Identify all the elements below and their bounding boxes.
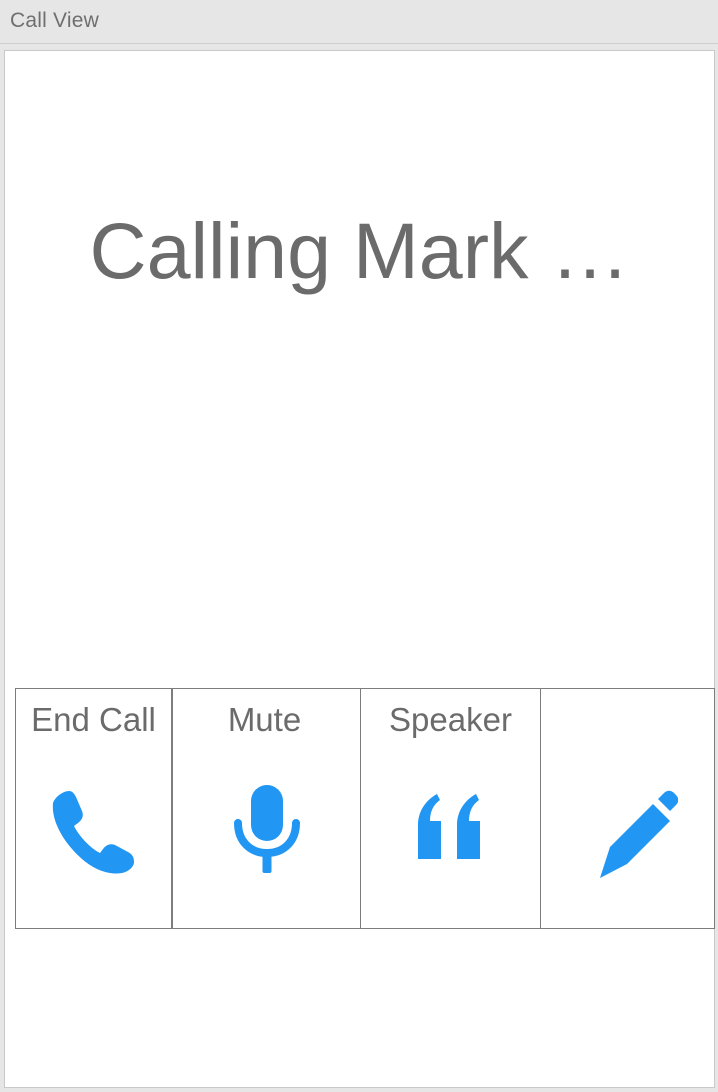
window-title: Call View <box>10 9 99 32</box>
microphone-icon <box>217 783 317 883</box>
end-call-button[interactable]: End Call <box>15 688 172 929</box>
speaker-button[interactable]: Speaker <box>360 688 541 929</box>
edit-button[interactable] <box>540 688 715 929</box>
quote-icon <box>401 783 501 883</box>
title-bar: Call View <box>0 0 718 44</box>
end-call-label: End Call <box>31 701 156 738</box>
phone-icon <box>44 783 144 883</box>
mute-label: Mute <box>227 701 302 738</box>
call-status-text: Calling Mark … <box>89 206 630 295</box>
speaker-label: Speaker <box>389 701 512 738</box>
mute-button[interactable]: Mute <box>172 688 361 929</box>
pencil-icon <box>578 783 678 883</box>
call-view: Calling Mark … <box>4 50 715 1088</box>
